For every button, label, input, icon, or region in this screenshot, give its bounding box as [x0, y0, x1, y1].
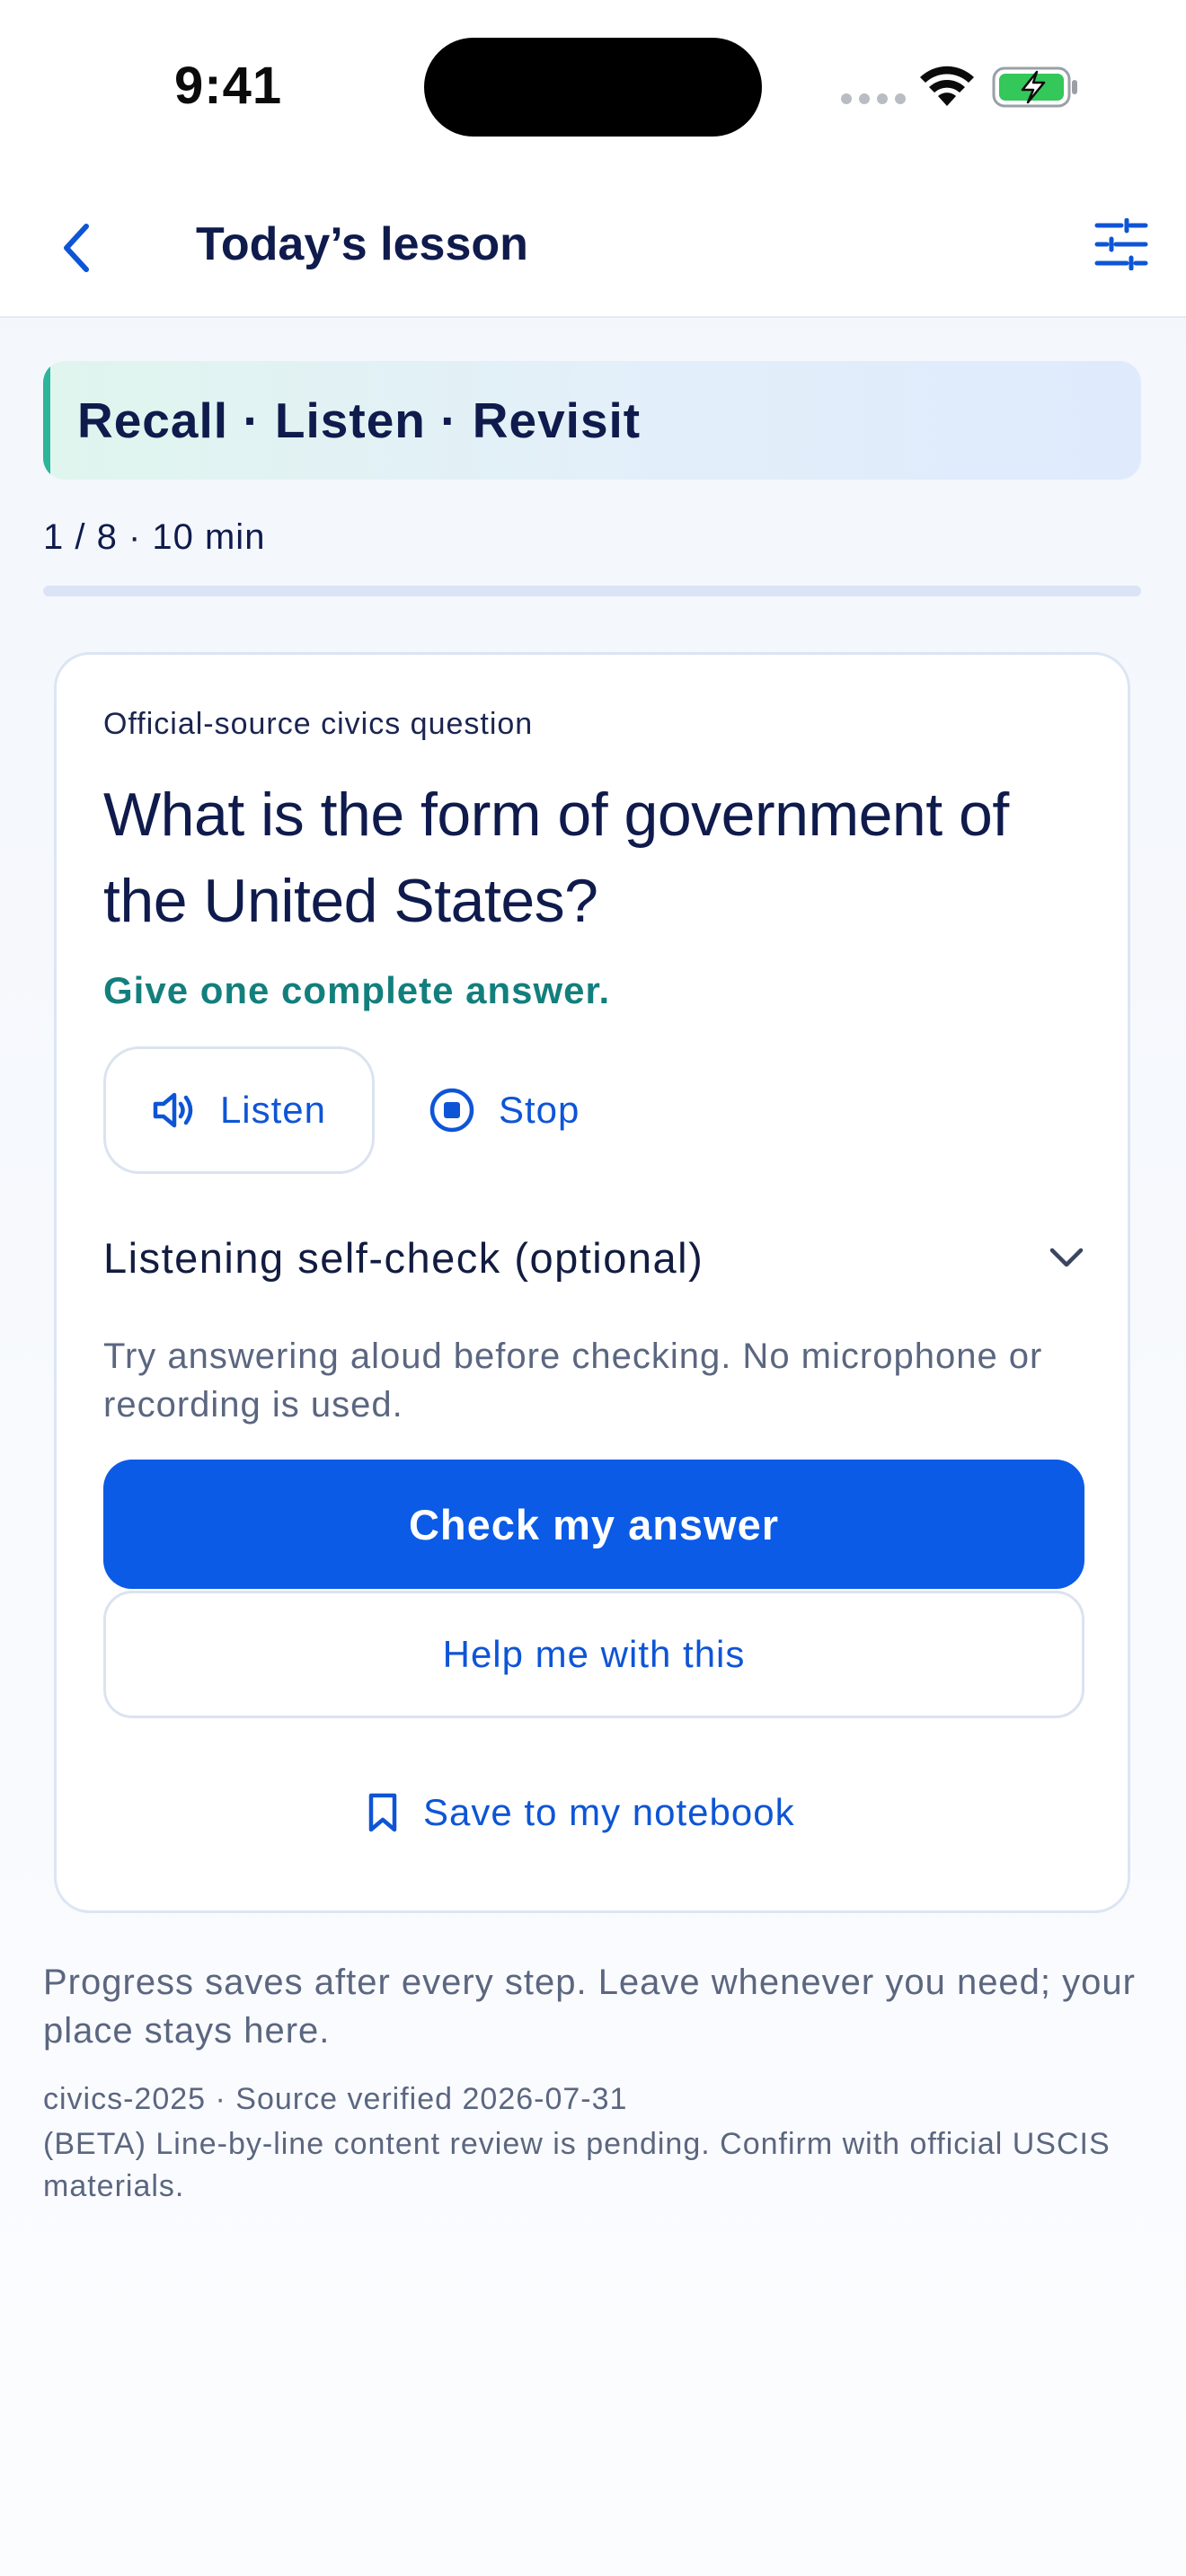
bookmark-icon	[368, 1793, 397, 1832]
sliders-icon	[1094, 218, 1148, 270]
listening-self-check-toggle[interactable]: Listening self-check (optional)	[103, 1217, 1084, 1298]
check-answer-label: Check my answer	[408, 1500, 780, 1548]
banner-accent-bar	[43, 361, 50, 480]
settings-button[interactable]	[1084, 207, 1159, 282]
check-answer-button[interactable]: Check my answer	[103, 1460, 1084, 1589]
question-text: What is the form of government of the Un…	[103, 781, 1009, 935]
progress-save-note: Progress saves after every step. Leave w…	[43, 1963, 1136, 2051]
listen-button[interactable]: Listen	[103, 1046, 375, 1174]
question-card: Official-source civics question What is …	[54, 652, 1130, 1913]
progress-bar	[43, 586, 1141, 596]
stop-button[interactable]: Stop	[429, 1046, 580, 1174]
page-title: Today’s lesson	[196, 218, 528, 270]
beta-notice: (BETA) Line-by-line content review is pe…	[43, 2127, 1111, 2203]
save-to-notebook-button[interactable]: Save to my notebook	[367, 1781, 795, 1844]
listen-label: Listen	[219, 1089, 327, 1131]
chevron-left-icon	[64, 224, 89, 272]
battery-charging-icon	[992, 66, 1077, 108]
help-button[interactable]: Help me with this	[103, 1591, 1084, 1718]
banner-text: Recall · Listen · Revisit	[77, 393, 642, 448]
nav-header: Today’s lesson	[0, 171, 1186, 318]
chevron-down-icon	[1049, 1248, 1084, 1267]
cellular-signal-icon	[841, 93, 906, 104]
back-button[interactable]	[45, 216, 110, 280]
wifi-icon	[920, 66, 974, 106]
question-source-label: Official-source civics question	[103, 707, 534, 741]
answer-hint: Give one complete answer.	[103, 969, 611, 1011]
self-check-helper-text: Try answering aloud before checking. No …	[103, 1337, 1043, 1425]
source-verification: civics-2025 · Source verified 2026-07-31	[43, 2082, 628, 2116]
self-check-label: Listening self-check (optional)	[103, 1233, 704, 1282]
stop-label: Stop	[499, 1089, 580, 1131]
lesson-mode-banner: Recall · Listen · Revisit	[43, 361, 1141, 480]
help-label: Help me with this	[442, 1633, 746, 1675]
progress-label: 1 / 8 · 10 min	[43, 517, 266, 557]
stop-circle-icon	[429, 1088, 474, 1133]
save-label: Save to my notebook	[423, 1791, 795, 1833]
status-bar: 9:41	[0, 0, 1186, 171]
speaker-icon	[153, 1092, 193, 1128]
dynamic-island	[424, 38, 762, 137]
status-time: 9:41	[174, 57, 283, 115]
